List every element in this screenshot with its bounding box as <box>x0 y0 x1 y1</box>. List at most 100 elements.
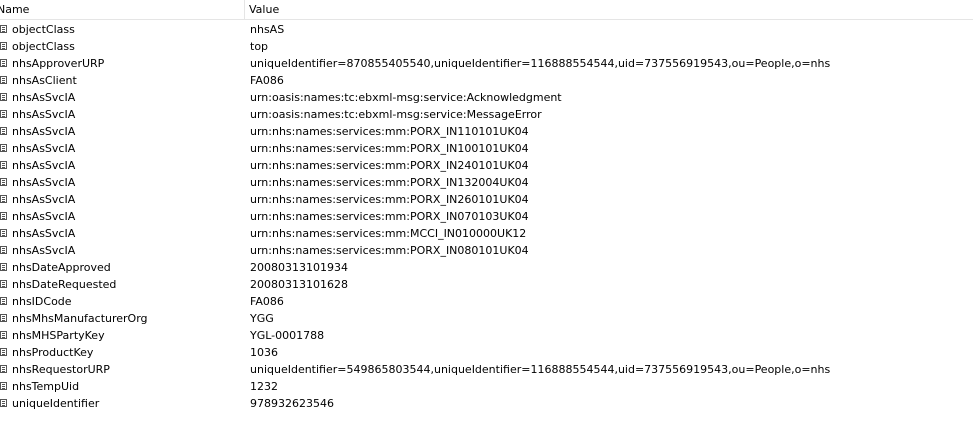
list-item[interactable]: nhsTempUid 1232 <box>0 378 973 395</box>
attribute-value: 20080313101934 <box>250 261 348 274</box>
attribute-icon <box>0 59 7 67</box>
attribute-name: nhsProductKey <box>12 346 94 359</box>
list-item[interactable]: nhsAsSvcIA urn:nhs:names:services:mm:PORX… <box>0 157 973 174</box>
attribute-value: FA086 <box>250 295 284 308</box>
attribute-value: urn:oasis:names:tc:ebxml-msg:service:Mes… <box>250 108 542 121</box>
list-item[interactable]: nhsAsSvcIA urn:nhs:names:services:mm:PORX… <box>0 191 973 208</box>
list-item[interactable]: objectClass top <box>0 38 973 55</box>
attribute-icon <box>0 229 7 237</box>
attribute-name: nhsApproverURP <box>12 57 105 70</box>
list-item[interactable]: nhsAsSvcIA urn:nhs:names:services:mm:PORX… <box>0 208 973 225</box>
attribute-name: nhsAsClient <box>12 74 77 87</box>
attribute-name: nhsAsSvcIA <box>12 91 76 104</box>
attribute-name: nhsMhsManufacturerOrg <box>12 312 148 325</box>
list-item[interactable]: nhsAsSvcIA urn:nhs:names:services:mm:PORX… <box>0 123 973 140</box>
attribute-icon <box>0 365 7 373</box>
attribute-name: nhsAsSvcIA <box>12 244 76 257</box>
list-rows: objectClass nhsAS objectClass top nhsAppro… <box>0 21 973 412</box>
list-item[interactable]: nhsRequestorURP uniqueIdentifier=54986580… <box>0 361 973 378</box>
attribute-name: nhsAsSvcIA <box>12 108 76 121</box>
attribute-value: YGG <box>250 312 274 325</box>
attribute-value: urn:nhs:names:services:mm:PORX_IN110101U… <box>250 125 529 138</box>
list-item[interactable]: nhsMhsManufacturerOrg YGG <box>0 310 973 327</box>
attribute-value: urn:nhs:names:services:mm:PORX_IN070103U… <box>250 210 529 223</box>
attribute-value: 20080313101628 <box>250 278 348 291</box>
list-item[interactable]: nhsDateApproved 20080313101934 <box>0 259 973 276</box>
attribute-value: top <box>250 40 269 53</box>
list-item[interactable]: nhsAsSvcIA urn:oasis:names:tc:ebxml-msg:s… <box>0 89 973 106</box>
attribute-value: urn:nhs:names:services:mm:MCCI_IN010000U… <box>250 227 527 240</box>
attribute-value: uniqueIdentifier=870855405540,uniqueIden… <box>250 57 831 70</box>
attribute-icon <box>0 76 7 84</box>
attribute-value: 1232 <box>250 380 278 393</box>
attribute-value: urn:oasis:names:tc:ebxml-msg:service:Ack… <box>250 91 562 104</box>
list-item[interactable]: nhsAsSvcIA urn:nhs:names:services:mm:PORX… <box>0 174 973 191</box>
attribute-name: nhsAsSvcIA <box>12 142 76 155</box>
attribute-icon <box>0 314 7 322</box>
attribute-icon <box>0 263 7 271</box>
attribute-icon <box>0 382 7 390</box>
attribute-name: nhsAsSvcIA <box>12 227 76 240</box>
attribute-icon <box>0 399 7 407</box>
attribute-value: nhsAS <box>250 23 285 36</box>
attribute-name: nhsAsSvcIA <box>12 159 76 172</box>
attribute-name: nhsMHSPartyKey <box>12 329 105 342</box>
attribute-name: objectClass <box>12 23 75 36</box>
column-header-name-label: Name <box>0 3 30 16</box>
attribute-icon <box>0 127 7 135</box>
list-item[interactable]: nhsMHSPartyKey YGL-0001788 <box>0 327 973 344</box>
attribute-value: FA086 <box>250 74 284 87</box>
attribute-icon <box>0 25 7 33</box>
column-header-value-label: Value <box>249 3 280 16</box>
attribute-value: 978932623546 <box>250 397 334 410</box>
attribute-name: nhsTempUid <box>12 380 80 393</box>
list-item[interactable]: nhsAsClient FA086 <box>0 72 973 89</box>
attribute-icon <box>0 161 7 169</box>
list-header: Name Value <box>0 0 973 20</box>
attribute-name: nhsRequestorURP <box>12 363 110 376</box>
list-item[interactable]: nhsDateRequested 20080313101628 <box>0 276 973 293</box>
attribute-name: objectClass <box>12 40 75 53</box>
attribute-icon <box>0 297 7 305</box>
attribute-value: urn:nhs:names:services:mm:PORX_IN100101U… <box>250 142 529 155</box>
attribute-icon <box>0 42 7 50</box>
attribute-icon <box>0 144 7 152</box>
attribute-name: nhsDateApproved <box>12 261 111 274</box>
attribute-name: nhsDateRequested <box>12 278 117 291</box>
list-item[interactable]: nhsIDCode FA086 <box>0 293 973 310</box>
column-divider[interactable] <box>244 0 245 19</box>
column-header-name[interactable]: Name <box>0 0 243 19</box>
list-item[interactable]: nhsAsSvcIA urn:nhs:names:services:mm:PORX… <box>0 140 973 157</box>
attribute-value: YGL-0001788 <box>250 329 325 342</box>
attribute-name: nhsAsSvcIA <box>12 125 76 138</box>
attribute-value: uniqueIdentifier=549865803544,uniqueIden… <box>250 363 831 376</box>
attribute-value: urn:nhs:names:services:mm:PORX_IN080101U… <box>250 244 529 257</box>
list-item[interactable]: nhsAsSvcIA urn:nhs:names:services:mm:PORX… <box>0 242 973 259</box>
list-item[interactable]: uniqueIdentifier 978932623546 <box>0 395 973 412</box>
attribute-icon <box>0 93 7 101</box>
attribute-value: urn:nhs:names:services:mm:PORX_IN132004U… <box>250 176 529 189</box>
attribute-icon <box>0 280 7 288</box>
attribute-value: urn:nhs:names:services:mm:PORX_IN240101U… <box>250 159 529 172</box>
attribute-name: nhsIDCode <box>12 295 72 308</box>
attribute-name: nhsAsSvcIA <box>12 176 76 189</box>
attribute-icon <box>0 348 7 356</box>
attribute-name: nhsAsSvcIA <box>12 193 76 206</box>
attribute-icon <box>0 178 7 186</box>
attribute-icon <box>0 212 7 220</box>
list-item[interactable]: nhsApproverURP uniqueIdentifier=870855405… <box>0 55 973 72</box>
attribute-icon <box>0 110 7 118</box>
attribute-name: uniqueIdentifier <box>12 397 100 410</box>
list-item[interactable]: nhsAsSvcIA urn:nhs:names:services:mm:MCCI… <box>0 225 973 242</box>
list-item[interactable]: nhsAsSvcIA urn:oasis:names:tc:ebxml-msg:s… <box>0 106 973 123</box>
attribute-icon <box>0 246 7 254</box>
list-item[interactable]: objectClass nhsAS <box>0 21 973 38</box>
attribute-value: urn:nhs:names:services:mm:PORX_IN260101U… <box>250 193 529 206</box>
column-header-value[interactable]: Value <box>249 0 949 19</box>
attribute-name: nhsAsSvcIA <box>12 210 76 223</box>
attribute-icon <box>0 195 7 203</box>
list-item[interactable]: nhsProductKey 1036 <box>0 344 973 361</box>
attribute-icon <box>0 331 7 339</box>
attribute-value: 1036 <box>250 346 278 359</box>
attribute-list-view: Name Value objectClass nhsAS objectClass t… <box>0 0 973 442</box>
